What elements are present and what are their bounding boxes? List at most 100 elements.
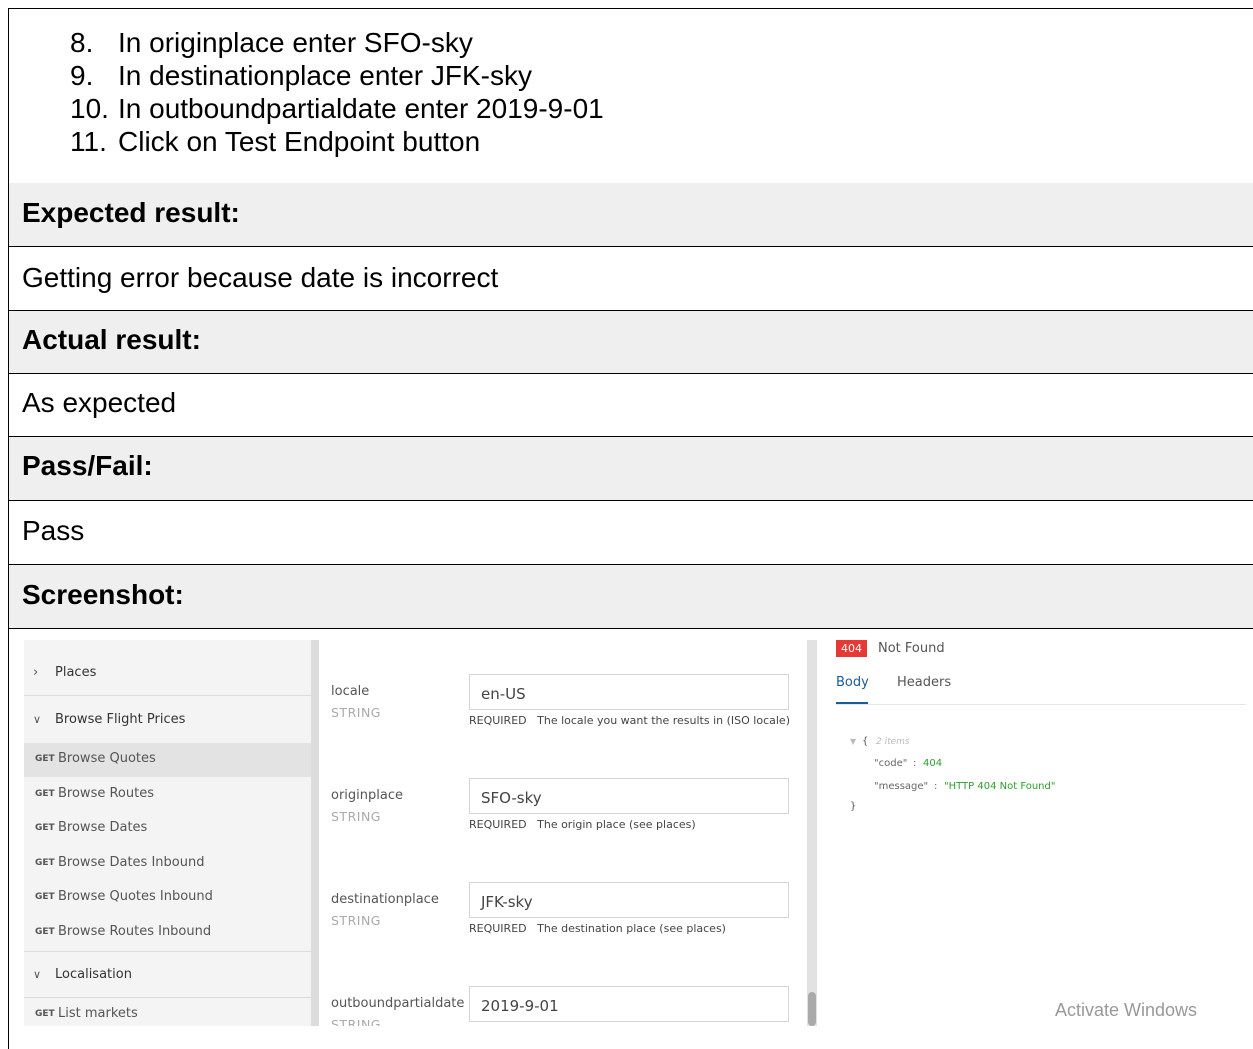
required-label: REQUIRED bbox=[469, 818, 527, 831]
params-scrollbar-thumb[interactable] bbox=[808, 992, 816, 1026]
step-text: In destinationplace enter JFK-sky bbox=[118, 60, 532, 91]
step-item: 10. In outboundpartialdate enter 2019-9-0… bbox=[70, 93, 604, 125]
step-text: In outboundpartialdate enter 2019-9-01 bbox=[118, 93, 604, 124]
sidebar-item-browse-routes[interactable]: GET Browse Routes bbox=[24, 778, 311, 812]
step-text: Click on Test Endpoint button bbox=[118, 126, 481, 157]
json-number-value: 404 bbox=[923, 758, 943, 769]
chevron-down-icon: ∨ bbox=[33, 713, 42, 726]
sidebar-group-label: Places bbox=[55, 665, 97, 680]
sidebar-group-label: Browse Flight Prices bbox=[55, 712, 186, 727]
param-name: locale bbox=[331, 684, 370, 699]
expected-result-header: Expected result: bbox=[9, 183, 1253, 247]
json-string-value: "HTTP 404 Not Found" bbox=[944, 781, 1056, 792]
sidebar-item-label: Browse Dates Inbound bbox=[58, 855, 205, 870]
param-type: STRING bbox=[331, 913, 381, 928]
step-number: 8. bbox=[70, 27, 94, 58]
param-name: destinationplace bbox=[331, 892, 439, 907]
http-method-badge: GET bbox=[35, 892, 55, 902]
required-label: REQUIRED bbox=[469, 714, 527, 727]
sidebar-item-label: Browse Quotes bbox=[58, 751, 156, 766]
required-label: REQUIRED bbox=[469, 922, 527, 935]
activate-windows-watermark: Activate Windows bbox=[1055, 1000, 1198, 1020]
collapse-toggle-icon[interactable]: ▼ bbox=[850, 737, 856, 746]
actual-result-label: Actual result: bbox=[22, 324, 201, 355]
sidebar-item-label: Browse Dates bbox=[58, 820, 148, 835]
actual-result-cell: As expected bbox=[9, 374, 1253, 437]
actual-result-header: Actual result: bbox=[9, 311, 1253, 374]
sidebar-item-label: List markets bbox=[58, 1006, 138, 1021]
pass-fail-text: Pass bbox=[22, 515, 85, 546]
sidebar-item-label: Browse Routes Inbound bbox=[58, 924, 212, 939]
step-item: 11. Click on Test Endpoint button bbox=[70, 126, 480, 158]
param-type: STRING bbox=[331, 1017, 381, 1026]
sidebar-item-browse-dates[interactable]: GET Browse Dates bbox=[24, 812, 311, 846]
sidebar-item-browse-dates-inbound[interactable]: GET Browse Dates Inbound bbox=[24, 847, 311, 881]
locale-input[interactable]: en-US bbox=[469, 674, 789, 710]
param-description: The destination place (see places) bbox=[537, 922, 726, 935]
param-description: The origin place (see places) bbox=[537, 818, 696, 831]
expected-result-text: Getting error because date is incorrect bbox=[22, 262, 499, 293]
sidebar-item-browse-quotes[interactable]: GET Browse Quotes bbox=[24, 743, 311, 777]
json-open-brace: { bbox=[862, 736, 869, 747]
param-help: REQUIRED The destination place (see plac… bbox=[469, 922, 726, 935]
sidebar-divider bbox=[24, 695, 311, 696]
json-item-count: 2 items bbox=[876, 737, 910, 747]
pass-fail-cell: Pass bbox=[9, 501, 1253, 565]
parameters-panel: locale STRING en-US REQUIRED The locale … bbox=[319, 640, 807, 1026]
param-help: REQUIRED The locale you want the results… bbox=[469, 714, 790, 727]
status-badge: 404 bbox=[836, 640, 867, 657]
http-method-badge: GET bbox=[35, 754, 55, 764]
step-item: 8. In originplace enter SFO-sky bbox=[70, 27, 473, 59]
sidebar-divider bbox=[24, 951, 311, 952]
expected-result-label: Expected result: bbox=[22, 197, 240, 228]
json-key: "code" bbox=[874, 758, 908, 769]
param-name: originplace bbox=[331, 788, 403, 803]
sidebar-item-browse-routes-inbound[interactable]: GET Browse Routes Inbound bbox=[24, 916, 311, 950]
http-method-badge: GET bbox=[35, 858, 55, 868]
sidebar-item-browse-quotes-inbound[interactable]: GET Browse Quotes Inbound bbox=[24, 881, 311, 915]
api-sidebar: › Places ∨ Browse Flight Prices GET Brow… bbox=[24, 640, 311, 1026]
param-originplace: originplace STRING SFO-sky REQUIRED The … bbox=[319, 778, 807, 868]
tab-divider bbox=[836, 704, 1246, 705]
param-locale: locale STRING en-US REQUIRED The locale … bbox=[319, 674, 807, 764]
json-close-brace: } bbox=[850, 801, 857, 812]
tab-headers[interactable]: Headers bbox=[897, 675, 951, 690]
param-description: The locale you want the results in (ISO … bbox=[537, 714, 790, 727]
param-help: REQUIRED The origin place (see places) bbox=[469, 818, 696, 831]
sidebar-item-list-markets[interactable]: GET List markets bbox=[24, 998, 311, 1026]
step-text: In originplace enter SFO-sky bbox=[118, 27, 473, 58]
json-key: "message" bbox=[874, 781, 929, 792]
screenshot-header: Screenshot: bbox=[9, 565, 1253, 629]
sidebar-scrollbar[interactable] bbox=[311, 640, 319, 1026]
step-number: 10. bbox=[70, 93, 109, 124]
outboundpartialdate-input[interactable]: 2019-9-01 bbox=[469, 986, 789, 1022]
json-colon: : bbox=[934, 781, 938, 792]
http-method-badge: GET bbox=[35, 789, 55, 799]
chevron-right-icon: › bbox=[33, 665, 39, 680]
param-outboundpartialdate: outboundpartialdate STRING 2019-9-01 bbox=[319, 986, 807, 1026]
param-type: STRING bbox=[331, 809, 381, 824]
sidebar-group-label: Localisation bbox=[55, 967, 132, 982]
chevron-down-icon: ∨ bbox=[33, 968, 42, 981]
step-number: 9. bbox=[70, 60, 94, 91]
param-type: STRING bbox=[331, 705, 381, 720]
step-item: 9. In destinationplace enter JFK-sky bbox=[70, 60, 532, 92]
param-name: outboundpartialdate bbox=[331, 996, 465, 1011]
status-text: Not Found bbox=[878, 641, 945, 656]
params-scrollbar[interactable] bbox=[807, 640, 817, 1026]
expected-result-cell: Getting error because date is incorrect bbox=[9, 247, 1253, 311]
actual-result-text: As expected bbox=[22, 387, 177, 418]
json-colon: : bbox=[913, 758, 917, 769]
tab-body[interactable]: Body bbox=[836, 675, 869, 690]
http-method-badge: GET bbox=[35, 927, 55, 937]
originplace-input[interactable]: SFO-sky bbox=[469, 778, 789, 814]
screenshot-label: Screenshot: bbox=[22, 579, 184, 610]
sidebar-item-label: Browse Routes bbox=[58, 786, 154, 801]
destinationplace-input[interactable]: JFK-sky bbox=[469, 882, 789, 918]
http-method-badge: GET bbox=[35, 823, 55, 833]
response-panel: 404 Not Found Body Headers ▼ { 2 items "… bbox=[817, 640, 1253, 1026]
steps-cell: 8. In originplace enter SFO-sky 9. In dest… bbox=[9, 9, 1253, 184]
step-number: 11. bbox=[70, 126, 107, 157]
sidebar-item-label: Browse Quotes Inbound bbox=[58, 889, 213, 904]
param-destinationplace: destinationplace STRING JFK-sky REQUIRED… bbox=[319, 882, 807, 972]
